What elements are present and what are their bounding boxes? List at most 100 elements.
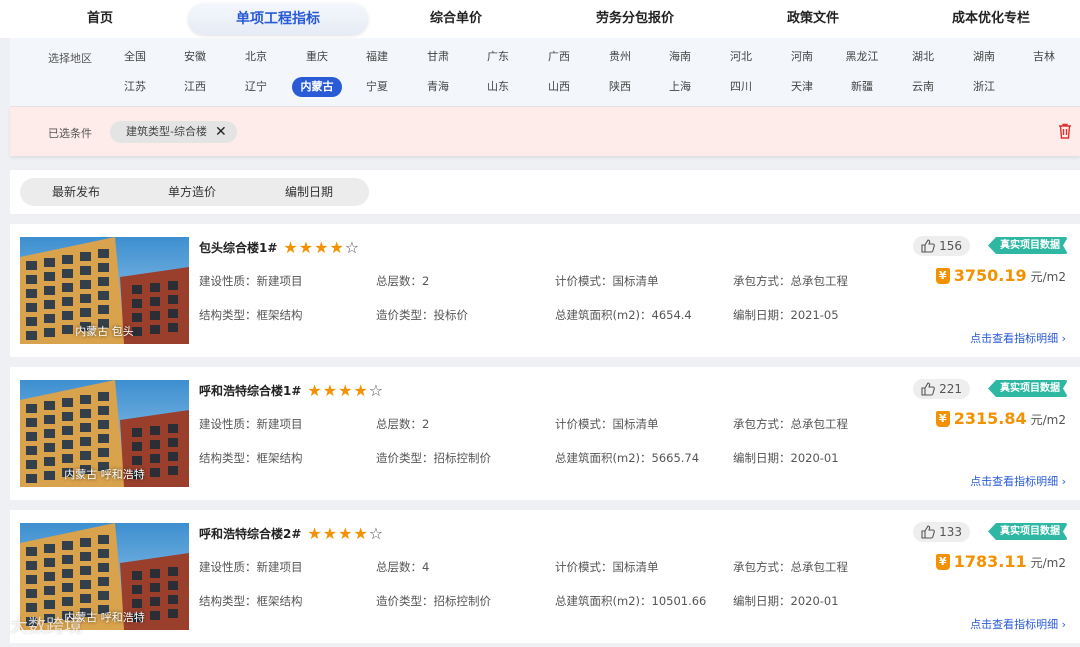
project-location: 内蒙古 包头 (75, 325, 134, 338)
region-item[interactable]: 宁夏 (352, 77, 402, 97)
sort-bar: 最新发布 单方造价 编制日期 (10, 170, 1080, 214)
region-item[interactable]: 青海 (413, 77, 463, 97)
field-cost-type: 造价类型：投标价 (376, 308, 468, 322)
project-title[interactable]: 呼和浩特综合楼2# (199, 525, 301, 542)
like-count: 221 (939, 382, 962, 396)
field-date: 编制日期：2021-05 (733, 308, 839, 322)
region-item[interactable]: 贵州 (595, 47, 645, 67)
region-item[interactable]: 上海 (655, 77, 705, 97)
project-card[interactable]: 内蒙古 包头 包头综合楼1# ★★★★☆ 建设性质：新建项目 总层数：2 计价模式：国标清… (10, 224, 1080, 357)
watermark: 大数跨境 (10, 616, 82, 637)
region-filter: 选择地区 全国 安徽 北京 重庆 福建 甘肃 广东 广西 贵州 海南 河北 河南 黑龙江 湖北 湖南 吉林 江… (10, 38, 1080, 106)
field-contract: 承包方式：总承包工程 (733, 560, 848, 574)
like-button[interactable]: 133 (913, 522, 970, 542)
field-pricing-mode: 计价模式：国标清单 (555, 560, 659, 574)
star-rating: ★★★★☆ (283, 238, 361, 257)
region-item[interactable]: 甘肃 (413, 47, 463, 67)
region-item[interactable]: 天津 (777, 77, 827, 97)
project-thumbnail[interactable]: 内蒙古 呼和浩特 (20, 380, 189, 487)
field-contract: 承包方式：总承包工程 (733, 274, 848, 288)
like-button[interactable]: 221 (913, 379, 970, 399)
region-item[interactable]: 河北 (716, 47, 766, 67)
region-item[interactable]: 北京 (231, 47, 281, 67)
region-item[interactable]: 山西 (534, 77, 584, 97)
tab-unit-price[interactable]: 综合单价 (406, 0, 506, 38)
real-data-badge: 真实项目数据 (988, 237, 1068, 254)
field-floors: 总层数：2 (376, 274, 430, 288)
region-item[interactable]: 河南 (777, 47, 827, 67)
project-thumbnail[interactable]: 内蒙古 包头 (20, 237, 189, 344)
project-card[interactable]: 内蒙古 呼和浩特 呼和浩特综合楼2# ★★★★☆ 建设性质：新建项目 总层数：4 计价模式… (10, 510, 1080, 643)
star-rating: ★★★★☆ (307, 381, 385, 400)
thumb-up-icon (921, 382, 935, 396)
field-pricing-mode: 计价模式：国标清单 (555, 274, 659, 288)
yen-tag-icon: ¥ (935, 553, 950, 570)
region-item[interactable]: 云南 (898, 77, 948, 97)
project-title-row: 包头综合楼1# ★★★★☆ (199, 238, 360, 257)
sort-latest[interactable]: 最新发布 (52, 178, 100, 206)
view-detail-link[interactable]: 点击查看指标明细 › (970, 616, 1066, 632)
star-rating: ★★★★☆ (307, 524, 385, 543)
tab-policy[interactable]: 政策文件 (763, 0, 863, 38)
sort-date[interactable]: 编制日期 (285, 178, 333, 206)
field-contract: 承包方式：总承包工程 (733, 417, 848, 431)
field-floors: 总层数：2 (376, 417, 430, 431)
project-title[interactable]: 呼和浩特综合楼1# (199, 382, 301, 399)
price-value: 1783.11 (953, 552, 1027, 571)
project-title-row: 呼和浩特综合楼1# ★★★★☆ (199, 381, 384, 400)
sort-unit-cost[interactable]: 单方造价 (168, 178, 216, 206)
price-unit: 元/m2 (1030, 413, 1066, 427)
tab-labor-subcontract[interactable]: 劳务分包报价 (575, 0, 695, 38)
tab-project-indicators[interactable]: 单项工程指标 (188, 3, 368, 35)
region-item[interactable]: 江苏 (110, 77, 160, 97)
close-icon[interactable]: ✕ (215, 121, 227, 143)
chevron-right-icon: › (1061, 475, 1066, 488)
region-label: 选择地区 (48, 52, 92, 65)
region-item[interactable]: 湖北 (898, 47, 948, 67)
project-card[interactable]: 内蒙古 呼和浩特 呼和浩特综合楼1# ★★★★☆ 建设性质：新建项目 总层数：2 计价模式… (10, 367, 1080, 500)
thumb-up-icon (921, 525, 935, 539)
region-item[interactable]: 黑龙江 (837, 47, 887, 67)
region-item[interactable]: 四川 (716, 77, 766, 97)
region-item[interactable]: 陕西 (595, 77, 645, 97)
region-item[interactable]: 重庆 (292, 47, 342, 67)
filter-chip[interactable]: 建筑类型-综合楼 ✕ (110, 121, 237, 143)
like-button[interactable]: 156 (913, 236, 970, 256)
price-value: 3750.19 (953, 266, 1027, 285)
tab-home[interactable]: 首页 (60, 0, 140, 38)
field-area: 总建筑面积(m2)：5665.74 (555, 451, 700, 465)
field-area: 总建筑面积(m2)：4654.4 (555, 308, 692, 322)
unit-price: ¥1783.11 元/m2 (935, 552, 1066, 571)
region-item[interactable]: 江西 (170, 77, 220, 97)
price-value: 2315.84 (953, 409, 1027, 428)
view-detail-link[interactable]: 点击查看指标明细 › (970, 330, 1066, 346)
region-item[interactable]: 海南 (655, 47, 705, 67)
region-item[interactable]: 全国 (110, 47, 160, 67)
filter-chip-label: 建筑类型-综合楼 (126, 125, 207, 138)
project-title-row: 呼和浩特综合楼2# ★★★★☆ (199, 524, 384, 543)
region-item[interactable]: 湖南 (959, 47, 1009, 67)
like-count: 133 (939, 525, 962, 539)
region-item[interactable]: 新疆 (837, 77, 887, 97)
region-item[interactable]: 浙江 (959, 77, 1009, 97)
selected-label: 已选条件 (48, 127, 92, 140)
selected-conditions: 已选条件 建筑类型-综合楼 ✕ (10, 106, 1080, 156)
field-area: 总建筑面积(m2)：10501.66 (555, 594, 707, 608)
project-title[interactable]: 包头综合楼1# (199, 239, 277, 256)
region-item[interactable]: 福建 (352, 47, 402, 67)
field-pricing-mode: 计价模式：国标清单 (555, 417, 659, 431)
field-nature: 建设性质：新建项目 (199, 560, 303, 574)
region-item[interactable]: 吉林 (1019, 47, 1069, 67)
region-item[interactable]: 广东 (473, 47, 523, 67)
region-item[interactable]: 内蒙古 (292, 77, 342, 97)
region-item[interactable]: 安徽 (170, 47, 220, 67)
region-item[interactable]: 辽宁 (231, 77, 281, 97)
trash-icon[interactable] (1058, 123, 1072, 139)
field-floors: 总层数：4 (376, 560, 430, 574)
field-date: 编制日期：2020-01 (733, 594, 839, 608)
region-item[interactable]: 广西 (534, 47, 584, 67)
field-cost-type: 造价类型：招标控制价 (376, 594, 491, 608)
view-detail-link[interactable]: 点击查看指标明细 › (970, 473, 1066, 489)
tab-cost-optimization[interactable]: 成本优化专栏 (936, 0, 1046, 38)
region-item[interactable]: 山东 (473, 77, 523, 97)
